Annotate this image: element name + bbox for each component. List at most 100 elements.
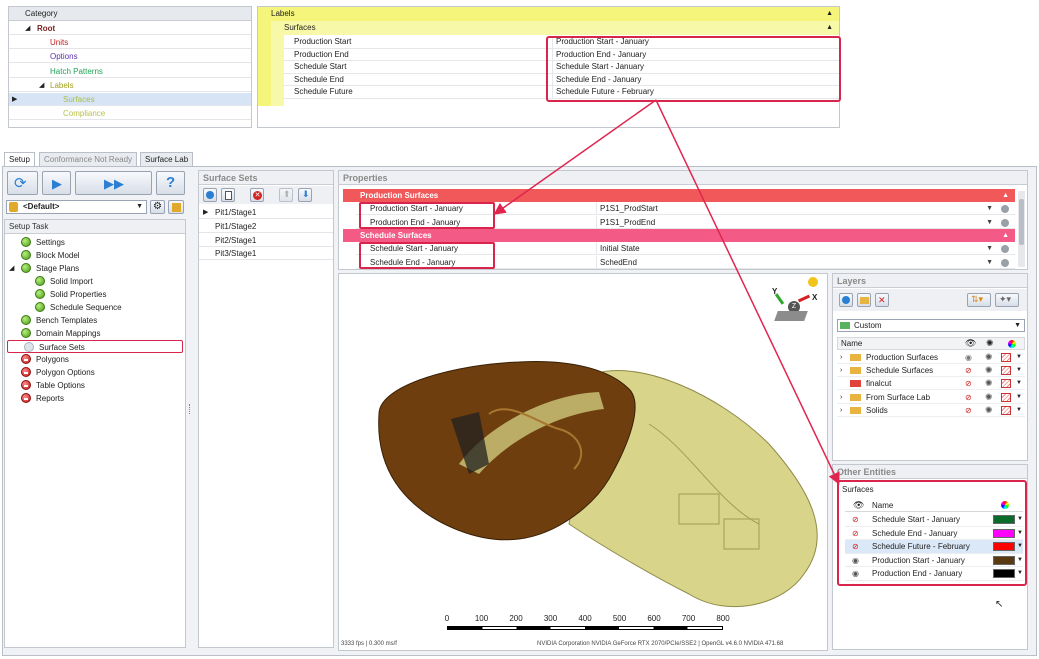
eye-hidden-icon[interactable]: ⊘ [965, 377, 972, 389]
layers-view-dropdown[interactable]: Custom ▼ [837, 319, 1025, 332]
tab-setup[interactable]: Setup [4, 152, 35, 166]
entity-row[interactable]: ◉ Production End - January ▼ [845, 567, 1023, 581]
render-icon[interactable]: ✺ [985, 377, 993, 389]
clear-icon[interactable] [1001, 205, 1009, 213]
add-layer-button[interactable] [839, 293, 853, 307]
layer-row[interactable]: › Production Surfaces ◉ ✺ ▼ [837, 351, 1025, 364]
pattern-swatch[interactable] [1001, 366, 1011, 376]
labels-group-header[interactable]: Labels ▲ [258, 7, 839, 21]
help-button[interactable]: ? [156, 171, 185, 195]
surface-set-item[interactable]: Pit1/Stage2 [199, 220, 333, 233]
color-swatch[interactable] [993, 542, 1015, 552]
pattern-swatch[interactable] [1001, 392, 1011, 402]
expand-arrow-icon[interactable]: ◢ [9, 262, 14, 275]
expand-arrow-icon[interactable]: › [840, 364, 842, 376]
category-item[interactable]: ▶ Surfaces [9, 93, 251, 106]
eye-hidden-icon[interactable]: ⊘ [965, 391, 972, 403]
chevron-down-icon[interactable]: ▼ [1016, 377, 1022, 389]
setup-task-item[interactable]: Polygon Options [5, 366, 185, 379]
gear-button[interactable]: ⚙ [150, 200, 165, 214]
eye-hidden-icon[interactable]: ⊘ [965, 364, 972, 376]
add-set-button[interactable] [203, 188, 217, 202]
property-value[interactable]: Initial State [596, 242, 640, 254]
copy-set-button[interactable] [221, 188, 235, 202]
layer-row[interactable]: finalcut ⊘ ✺ ▼ [837, 377, 1025, 391]
eye-hidden-icon[interactable]: ⊘ [852, 540, 859, 553]
property-value[interactable]: P1S1_ProdEnd [596, 215, 655, 228]
entity-row[interactable]: ⊘ Schedule Future - February ▼ [845, 540, 1023, 554]
setup-task-item[interactable]: Settings [5, 236, 185, 249]
entity-row[interactable]: ⊘ Schedule Start - January ▼ [845, 513, 1023, 527]
chevron-down-icon[interactable]: ▼ [986, 202, 993, 214]
surfaces-group-header[interactable]: Surfaces ▲ [271, 21, 839, 35]
tools-button[interactable]: ✦▾ [995, 293, 1019, 307]
entity-row[interactable]: ⊘ Schedule End - January ▼ [845, 527, 1023, 541]
category-item[interactable]: ◢ Root [9, 22, 251, 35]
add-folder-button[interactable] [857, 293, 871, 307]
eye-hidden-icon[interactable]: ⊘ [965, 404, 972, 416]
expand-arrow-icon[interactable]: › [840, 404, 842, 416]
setup-task-item[interactable]: Solid Import [5, 275, 185, 288]
splitter-handle[interactable] [189, 404, 191, 414]
render-icon[interactable]: ✺ [985, 404, 993, 416]
chevron-down-icon[interactable]: ▼ [1017, 567, 1023, 580]
chevron-down-icon[interactable]: ▼ [1016, 364, 1022, 376]
setup-task-item[interactable]: Bench Templates [5, 314, 185, 327]
category-item[interactable]: ◢ Labels [9, 79, 251, 92]
render-icon[interactable]: ✺ [985, 364, 993, 376]
chevron-down-icon[interactable]: ▼ [1016, 404, 1022, 416]
chevron-down-icon[interactable]: ▼ [1017, 554, 1023, 567]
expand-arrow-icon[interactable]: ◢ [25, 22, 30, 34]
settings-dropdown[interactable]: <Default> ▼ [6, 200, 147, 214]
layer-row[interactable]: › From Surface Lab ⊘ ✺ ▼ [837, 391, 1025, 404]
move-down-button[interactable]: ⬇ [298, 188, 312, 202]
pattern-swatch[interactable] [1001, 379, 1011, 389]
render-icon[interactable]: ✺ [985, 391, 993, 403]
color-swatch[interactable] [993, 555, 1015, 565]
setup-task-item[interactable]: Surface Sets [7, 340, 183, 353]
category-item[interactable]: Units [9, 36, 251, 50]
collapse-arrow-icon[interactable]: ▲ [826, 7, 833, 21]
setup-task-item[interactable]: Solid Properties [5, 288, 185, 301]
expand-arrow-icon[interactable]: ◢ [39, 79, 44, 91]
property-value[interactable]: P1S1_ProdStart [596, 202, 658, 214]
setup-task-item[interactable]: Domain Mappings [5, 327, 185, 340]
move-up-button[interactable]: ⬆ [279, 188, 293, 202]
surface-set-item[interactable]: Pit2/Stage1 [199, 234, 333, 247]
eye-icon[interactable]: ◉ [852, 567, 859, 580]
expand-arrow-icon[interactable]: › [840, 391, 842, 403]
setup-task-item[interactable]: Reports [5, 392, 185, 405]
layer-row[interactable]: › Schedule Surfaces ⊘ ✺ ▼ [837, 364, 1025, 378]
setup-task-item[interactable]: ◢ Stage Plans [5, 262, 185, 275]
category-item[interactable]: Options [9, 50, 251, 64]
delete-layer-button[interactable]: ✕ [875, 293, 889, 307]
chevron-down-icon[interactable]: ▼ [1016, 391, 1022, 403]
clear-icon[interactable] [1001, 218, 1009, 227]
surface-set-item[interactable]: Pit3/Stage1 [199, 247, 333, 261]
category-item[interactable]: Compliance [9, 107, 251, 121]
chevron-down-icon[interactable]: ▼ [986, 256, 993, 268]
setup-task-item[interactable]: Table Options [5, 379, 185, 392]
sort-button[interactable]: ⇅▾ [967, 293, 991, 307]
eye-icon[interactable]: ◉ [852, 554, 859, 567]
pattern-swatch[interactable] [1001, 353, 1011, 362]
tab-surface-lab[interactable]: Surface Lab [140, 152, 194, 166]
pattern-swatch[interactable] [1001, 405, 1011, 415]
color-swatch[interactable] [993, 569, 1015, 579]
refresh-button[interactable]: ⟳ [7, 171, 38, 195]
surface-set-item[interactable]: ▶ Pit1/Stage1 [199, 206, 333, 219]
eye-hidden-icon[interactable]: ⊘ [852, 513, 859, 526]
category-item[interactable]: Hatch Patterns [9, 65, 251, 78]
expand-arrow-icon[interactable]: › [840, 351, 842, 363]
run-all-button[interactable]: ▶▶ [75, 171, 152, 195]
collapse-arrow-icon[interactable]: ▲ [1002, 229, 1009, 242]
clear-icon[interactable] [1001, 258, 1009, 267]
save-button[interactable] [168, 200, 184, 214]
3d-viewport[interactable]: 0 100 200 300 400 500 600 700 800 Y X Z [338, 273, 828, 651]
eye-hidden-icon[interactable]: ⊘ [852, 527, 859, 540]
chevron-down-icon[interactable]: ▼ [1017, 540, 1023, 553]
properties-group-header[interactable]: Schedule Surfaces ▲ [343, 229, 1015, 242]
properties-scrollbar[interactable] [1018, 191, 1025, 267]
pit-surface-model[interactable] [339, 274, 828, 651]
color-swatch[interactable] [993, 528, 1015, 538]
